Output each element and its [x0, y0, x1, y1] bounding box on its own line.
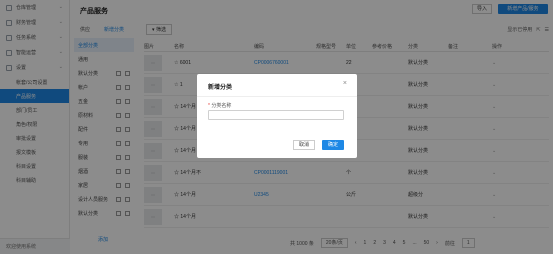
modal-overlay: 新增分类 × * 分类名称 取消 确定	[0, 0, 553, 254]
category-name-label: * 分类名称	[208, 102, 231, 109]
dialog-title: 新增分类	[208, 85, 233, 91]
category-name-input[interactable]	[208, 110, 344, 120]
category-name-label-text: 分类名称	[211, 103, 232, 109]
add-category-dialog: 新增分类 × * 分类名称 取消 确定	[197, 74, 357, 158]
dialog-divider	[197, 96, 357, 97]
confirm-button[interactable]: 确定	[322, 140, 344, 150]
close-icon[interactable]: ×	[343, 80, 347, 87]
cancel-button[interactable]: 取消	[293, 140, 315, 150]
